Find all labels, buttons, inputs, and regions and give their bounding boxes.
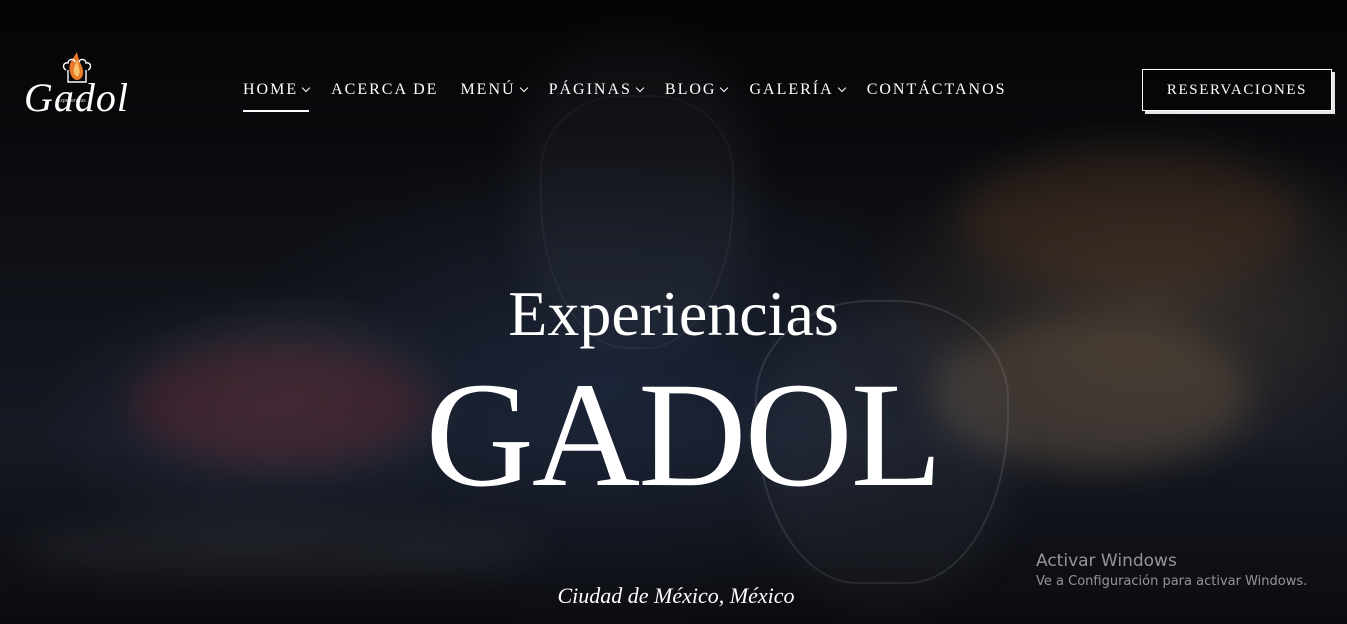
main-navigation: HOME ACERCA DE MENÚ PÁGINAS BLOG GALERÍA… — [243, 79, 1029, 112]
nav-item-label: CONTÁCTANOS — [866, 81, 1007, 98]
windows-activation-watermark: Activar Windows Ve a Configuración para … — [1036, 550, 1307, 592]
nav-item-home[interactable]: HOME — [243, 79, 311, 112]
site-logo[interactable]: Experiencias Gadol — [24, 50, 134, 125]
chevron-down-icon — [301, 83, 311, 93]
nav-item-label: PÁGINAS — [548, 81, 632, 98]
chevron-down-icon — [635, 83, 645, 93]
hero-title: GADOL — [425, 352, 943, 518]
nav-item-galeria[interactable]: GALERÍA — [749, 79, 846, 101]
chevron-down-icon — [519, 83, 528, 93]
nav-item-label: MENÚ — [460, 81, 516, 98]
nav-item-contactanos[interactable]: CONTÁCTANOS — [867, 79, 1007, 101]
chevron-down-icon — [720, 83, 729, 93]
nav-item-menu[interactable]: MENÚ — [460, 79, 528, 101]
watermark-subtitle: Ve a Configuración para activar Windows. — [1036, 574, 1308, 589]
nav-item-label: ACERCA DE — [331, 81, 439, 98]
hero-subtitle: Experiencias — [508, 278, 839, 349]
nav-item-label: GALERÍA — [749, 81, 834, 98]
reservations-button[interactable]: RESERVACIONES — [1142, 69, 1332, 111]
nav-item-label: HOME — [243, 81, 299, 98]
watermark-title: Activar Windows — [1036, 551, 1177, 571]
nav-item-acerca-de[interactable]: ACERCA DE — [331, 79, 438, 101]
hero-section: Experiencias Gadol HOME ACERCA DE MENÚ P… — [0, 0, 1347, 624]
nav-item-paginas[interactable]: PÁGINAS — [548, 79, 645, 101]
logo-wordmark: Gadol — [24, 75, 129, 120]
nav-item-blog[interactable]: BLOG — [664, 79, 729, 101]
nav-item-label: BLOG — [664, 81, 717, 98]
chevron-down-icon — [837, 83, 846, 93]
